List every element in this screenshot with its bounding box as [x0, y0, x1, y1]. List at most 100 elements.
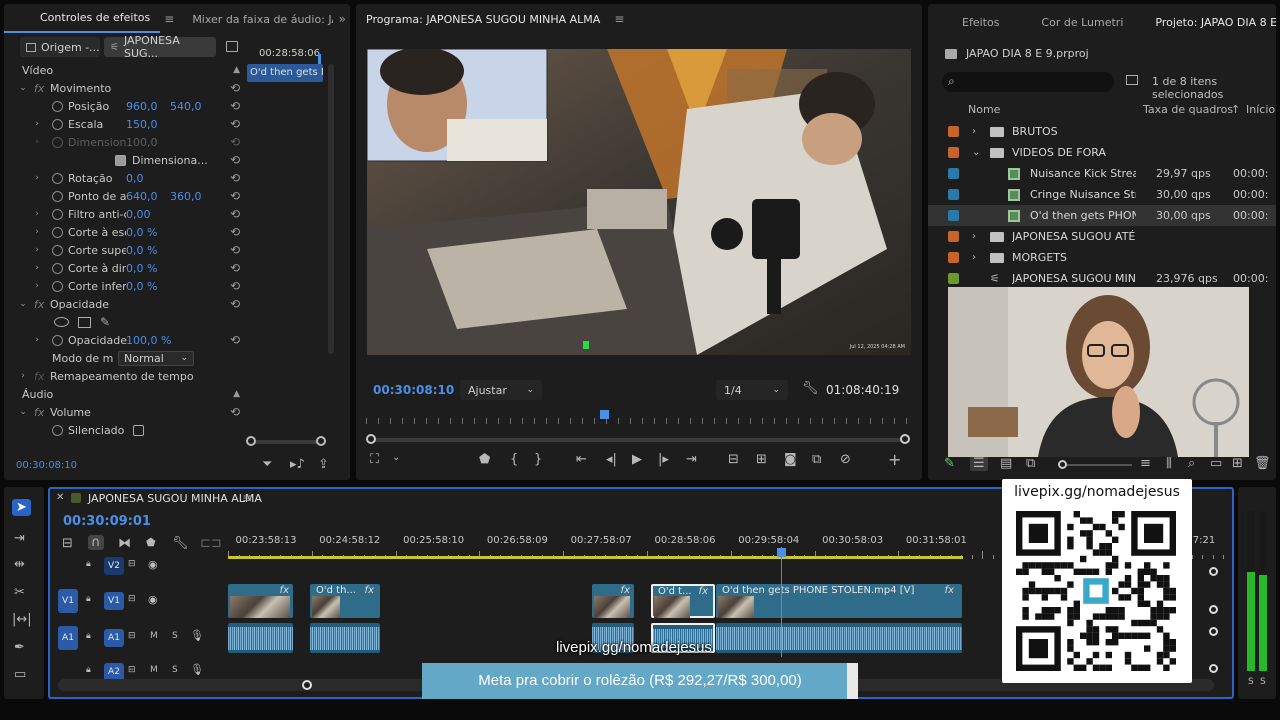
timeline-playhead[interactable] — [781, 547, 782, 657]
column-fps-header[interactable]: Taxa de quadros — [1143, 103, 1233, 116]
stopwatch-icon[interactable] — [52, 424, 63, 436]
zoom-handle-right[interactable] — [900, 434, 910, 444]
pen-tool-icon[interactable]: ✒ — [14, 640, 25, 655]
video-frame[interactable]: Jul 12, 2025 04:28 AM — [367, 49, 911, 355]
mark-in-icon[interactable]: { — [510, 452, 518, 467]
zoom-handle-right[interactable] — [316, 436, 326, 446]
audio-clip-main[interactable] — [716, 623, 962, 653]
work-area-bar[interactable] — [228, 556, 963, 559]
lock-icon[interactable]: 🔒︎ — [86, 594, 91, 604]
expand-chevron-icon[interactable]: › — [32, 119, 42, 129]
step-forward-icon[interactable]: |▸ — [658, 452, 669, 467]
track-zoom-handle[interactable] — [1209, 605, 1218, 614]
stopwatch-icon[interactable] — [52, 172, 63, 184]
ponto-y-value[interactable]: 360,0 — [170, 190, 202, 203]
filter-icon[interactable]: ⏷ — [262, 457, 272, 472]
expand-chevron-icon[interactable]: › — [32, 227, 42, 237]
chevron-down-icon[interactable]: ⌄ — [972, 147, 980, 158]
sync-lock-icon[interactable]: ⊟ — [128, 631, 136, 641]
label-color-swatch[interactable] — [948, 231, 959, 242]
opacidade-group-row[interactable]: ⌄ fx Opacidade ⟲ — [18, 295, 240, 313]
sync-lock-icon[interactable]: ⊟ — [128, 594, 136, 604]
add-button-icon[interactable]: + — [888, 450, 901, 469]
rectangle-tool-icon[interactable]: ▭ — [14, 667, 26, 682]
volume-row[interactable]: ⌄ fx Volume ⟲ — [18, 403, 240, 421]
expand-chevron-icon[interactable]: › — [18, 371, 28, 381]
reset-icon[interactable]: ⟲ — [230, 171, 240, 185]
zoom-handle-left[interactable] — [366, 434, 376, 444]
reset-icon[interactable]: ⟲ — [230, 189, 240, 203]
sort-icon[interactable]: ≡ — [1140, 456, 1151, 471]
pen-mask-icon[interactable]: ✎ — [100, 315, 110, 329]
corte-dir-value[interactable]: 0,0 % — [126, 262, 157, 275]
reset-icon[interactable]: ⟲ — [230, 243, 240, 257]
stopwatch-icon[interactable] — [52, 280, 63, 292]
sequence-menu-icon[interactable]: ≡ — [238, 491, 256, 505]
zoom-slider[interactable] — [1058, 460, 1132, 469]
mini-timeline-clip[interactable]: O'd then gets PHO — [247, 64, 323, 82]
track-select-tool-icon[interactable]: ⇥ — [14, 531, 25, 546]
lock-icon[interactable]: 🔒︎ — [86, 631, 91, 641]
reset-icon[interactable]: ⟲ — [230, 81, 240, 95]
label-color-swatch[interactable] — [948, 189, 959, 200]
posicao-x-value[interactable]: 960,0 — [126, 100, 170, 113]
linked-selection-icon[interactable]: ⧓ — [118, 536, 131, 551]
project-item[interactable]: Cringe Nuisance Stream 30,00 qps 00:00: — [928, 184, 1276, 205]
track-v1-button[interactable]: V1 — [104, 592, 124, 610]
mute-button[interactable]: M — [150, 665, 158, 675]
expand-chevron-icon[interactable]: › — [32, 209, 42, 219]
video-clip[interactable]: fx — [228, 584, 293, 618]
stopwatch-icon[interactable] — [52, 100, 63, 112]
close-sequence-icon[interactable]: ✕ — [56, 492, 64, 503]
eye-icon[interactable]: ◉ — [148, 593, 158, 606]
escala-value[interactable]: 150,0 — [126, 118, 158, 131]
effects-timecode[interactable]: 00:30:08:10 — [16, 460, 77, 471]
panel-menu-icon[interactable]: ≡ — [160, 12, 178, 26]
more-tabs-icon[interactable]: » — [335, 12, 350, 26]
project-search-input[interactable]: ⌕ — [942, 72, 1114, 92]
project-item[interactable]: O'd then gets PHONE ST 30,00 qps 00:00: — [928, 205, 1276, 226]
mute-button[interactable]: M — [150, 631, 158, 641]
selection-tool-icon[interactable]: ➤ — [12, 499, 31, 516]
snap-icon[interactable]: ∩ — [88, 535, 104, 550]
collapse-audio-icon[interactable]: ▲ — [233, 389, 240, 399]
nest-icon[interactable]: ⊟ — [62, 536, 73, 551]
icon-view-icon[interactable]: ▤ — [1000, 456, 1012, 471]
fit-dropdown[interactable]: Ajustar ⌄ — [460, 380, 542, 400]
track-a1-button[interactable]: A1 — [104, 629, 124, 647]
timeline-settings-icon[interactable]: 🔧︎ — [172, 536, 189, 551]
expand-chevron-icon[interactable]: › — [32, 263, 42, 273]
video-clip[interactable]: O'd th... fx — [310, 584, 380, 618]
posicao-y-value[interactable]: 540,0 — [170, 100, 202, 113]
label-color-swatch[interactable] — [948, 147, 959, 158]
ponto-x-value[interactable]: 640,0 — [126, 190, 170, 203]
expand-chevron-icon[interactable]: › — [32, 335, 42, 345]
monitor-zoom-bar[interactable] — [366, 434, 910, 444]
resolution-dropdown[interactable]: 1/4 ⌄ — [716, 380, 788, 400]
sequence-name[interactable]: JAPONESA SUGOU MINHA ALMA — [88, 492, 262, 505]
sort-arrow-icon[interactable]: ↑ — [1231, 103, 1240, 116]
track-zoom-handle[interactable] — [1209, 627, 1218, 636]
microphone-icon[interactable]: 🎙︎ — [190, 663, 204, 676]
chevron-right-icon[interactable]: › — [972, 126, 976, 137]
play-icon[interactable]: ▶ — [632, 452, 642, 467]
tab-effects[interactable]: Efeitos — [928, 16, 1009, 29]
reset-icon[interactable]: ⟲ — [230, 405, 240, 419]
tab-project[interactable]: Projeto: JAPAO DIA 8 E 9 — [1133, 16, 1276, 29]
project-item[interactable]: ⚟ JAPONESA SUGOU MINHA 23,976 qps 00:00: — [928, 268, 1276, 289]
rotacao-value[interactable]: 0,0 — [126, 172, 144, 185]
opacidade-value[interactable]: 100,0 % — [126, 334, 171, 347]
label-color-swatch[interactable] — [948, 210, 959, 221]
go-to-out-icon[interactable]: ⇥ — [686, 452, 697, 467]
video-clip-selected[interactable]: O'd t... fx — [651, 584, 715, 618]
project-item[interactable]: › MORGETS — [928, 247, 1276, 268]
microphone-icon[interactable]: 🎙︎ — [190, 629, 204, 642]
source-selector[interactable]: Origem -... — [20, 37, 100, 57]
collapse-video-icon[interactable]: ▲ — [233, 65, 240, 75]
solo-left-button[interactable]: S — [1248, 677, 1254, 687]
program-menu-icon[interactable]: ≡ — [610, 12, 628, 26]
corte-inf-value[interactable]: 0,0 % — [126, 280, 157, 293]
track-zoom-handle[interactable] — [1209, 664, 1218, 673]
wrench-icon[interactable]: 🔧︎ — [802, 381, 819, 396]
track-v2-button[interactable]: V2 — [104, 557, 124, 575]
